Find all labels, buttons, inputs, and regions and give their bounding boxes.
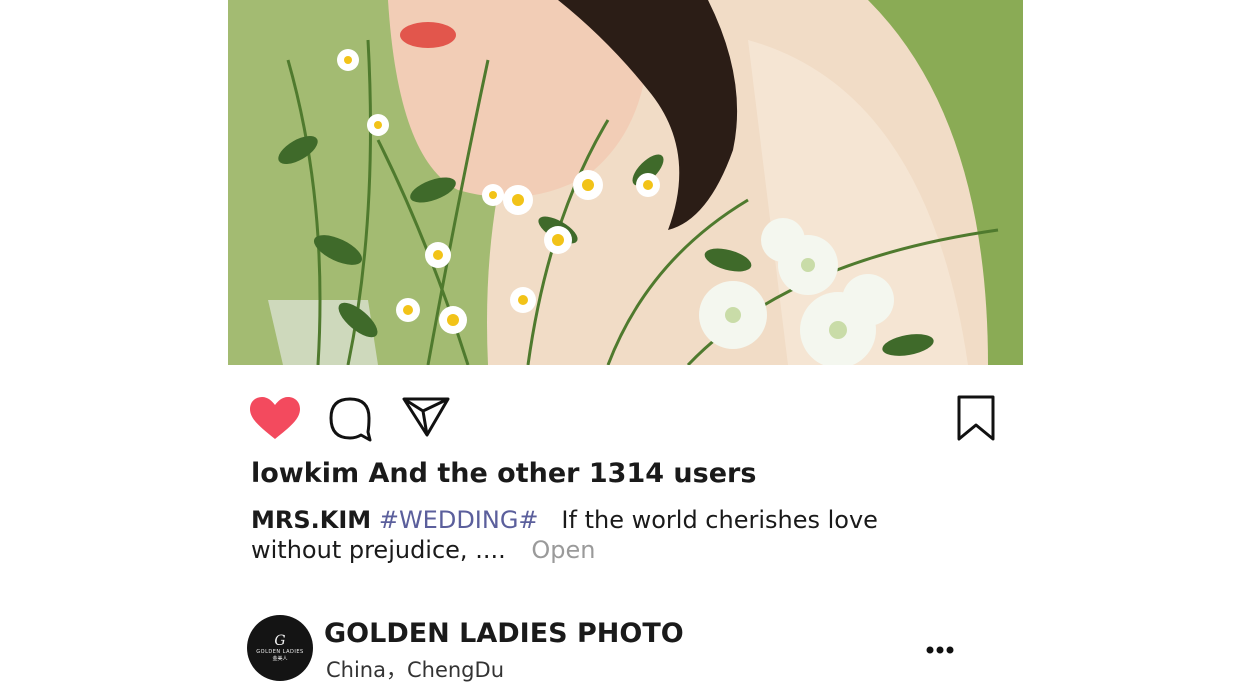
account-avatar[interactable]: G GOLDEN LADIES 金美人 [247,615,313,681]
caption-hashtag[interactable]: #WEDDING# [379,506,539,534]
paper-plane-icon[interactable] [402,396,450,438]
like-heart-icon[interactable] [250,397,300,441]
caption-username[interactable]: MRS.KIM [251,506,371,534]
post-photo[interactable] [228,0,1023,365]
account-name[interactable]: GOLDEN LADIES PHOTO [324,618,684,649]
comment-icon[interactable] [328,396,374,442]
caption-open-link[interactable]: Open [531,536,595,564]
avatar-logo: G GOLDEN LADIES 金美人 [256,633,304,662]
likes-count-text[interactable]: lowkim And the other 1314 users [251,458,756,489]
account-location[interactable]: China，ChengDu [326,654,504,684]
bouquet-photo-art [228,0,1023,365]
post-caption: MRS.KIM #WEDDING# If the world cherishes… [251,505,971,565]
bookmark-icon[interactable] [957,395,995,441]
more-dots-icon[interactable] [922,640,958,660]
